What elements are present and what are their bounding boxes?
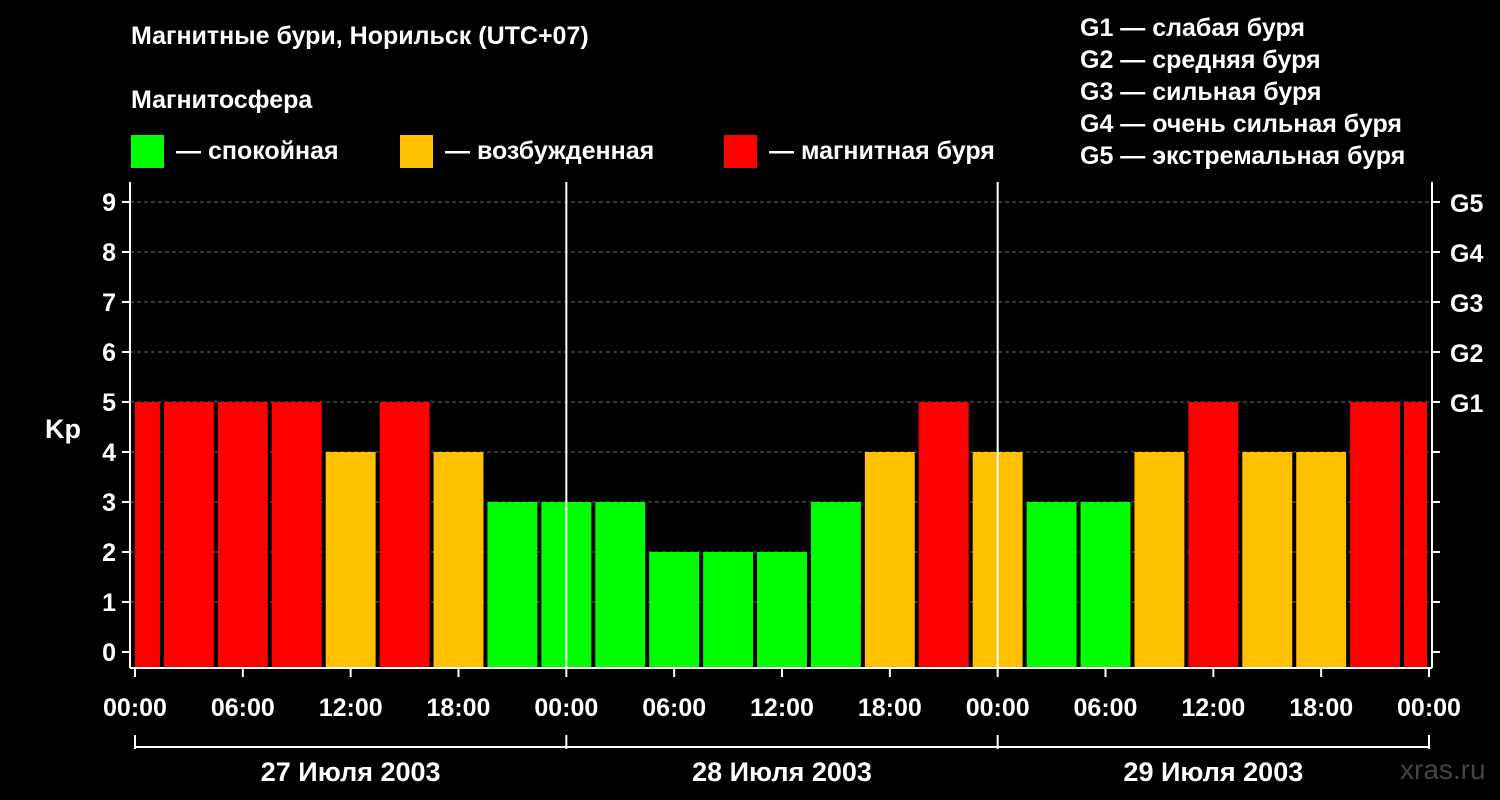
kp-bar: [810, 502, 861, 668]
x-tick-label: 00:00: [534, 694, 598, 722]
kp-bar-chart: 0 1 2 3 4 5 6 7 8 9 G1 G2 G3 G4 G5 Kp 00:00 06:00 12:00 18:…: [45, 182, 1483, 787]
kp-bar: [1296, 452, 1347, 668]
watermark: xras.ru: [1400, 754, 1486, 785]
y-tick-label: 8: [102, 239, 116, 267]
y-tick-label: 6: [102, 339, 116, 367]
kp-bar: [703, 552, 754, 668]
kp-bar: [595, 502, 646, 668]
x-tick-label: 00:00: [103, 694, 167, 722]
y-tick-label: 2: [102, 539, 116, 567]
y-tick-label: 9: [102, 189, 116, 217]
g-scale-label: G2: [1450, 340, 1483, 368]
x-tick-label: 12:00: [750, 694, 814, 722]
kp-bar: [864, 452, 915, 668]
y-tick-label: 3: [102, 489, 116, 517]
date-label: 28 Июля 2003: [692, 757, 872, 787]
kp-bar: [1134, 452, 1185, 668]
kp-bar: [379, 402, 430, 668]
x-tick-label: 18:00: [858, 694, 922, 722]
date-label: 29 Июля 2003: [1123, 757, 1303, 787]
kp-bar: [1404, 402, 1427, 668]
kp-bar: [1080, 502, 1131, 668]
g-scale-label: G3: [1450, 290, 1483, 318]
g-scale-label: G4: [1450, 240, 1483, 268]
kp-bar: [757, 552, 807, 668]
x-tick-label: 06:00: [211, 694, 275, 722]
y-tick-label: 4: [102, 439, 116, 467]
x-tick-label: 00:00: [1397, 694, 1461, 722]
kp-bar: [1242, 452, 1293, 668]
kp-bar: [135, 402, 160, 668]
x-tick-label: 18:00: [427, 694, 491, 722]
kp-bar: [1188, 402, 1239, 668]
kp-bar: [325, 452, 376, 668]
kp-bar: [433, 452, 484, 668]
y-tick-label: 0: [102, 639, 116, 667]
g-scale-label: G5: [1450, 190, 1483, 218]
y-tick-label: 1: [102, 589, 116, 617]
x-tick-label: 12:00: [1181, 694, 1245, 722]
x-tick-label: 12:00: [319, 694, 383, 722]
kp-bar: [1026, 502, 1077, 668]
kp-bar: [918, 402, 969, 668]
y-tick-label: 5: [102, 389, 116, 417]
kp-bar: [271, 402, 322, 668]
date-label: 27 Июля 2003: [261, 757, 441, 787]
kp-bar: [163, 402, 214, 668]
kp-bar: [217, 402, 268, 668]
kp-bar: [487, 502, 538, 668]
kp-bar: [1350, 402, 1401, 668]
x-tick-label: 18:00: [1289, 694, 1353, 722]
x-tick-label: 00:00: [966, 694, 1030, 722]
g-scale-label: G1: [1450, 390, 1483, 418]
x-tick-label: 06:00: [642, 694, 706, 722]
x-tick-label: 06:00: [1074, 694, 1138, 722]
y-tick-label: 7: [102, 289, 116, 317]
kp-bar: [649, 552, 700, 668]
y-axis-label: Kp: [45, 414, 81, 444]
